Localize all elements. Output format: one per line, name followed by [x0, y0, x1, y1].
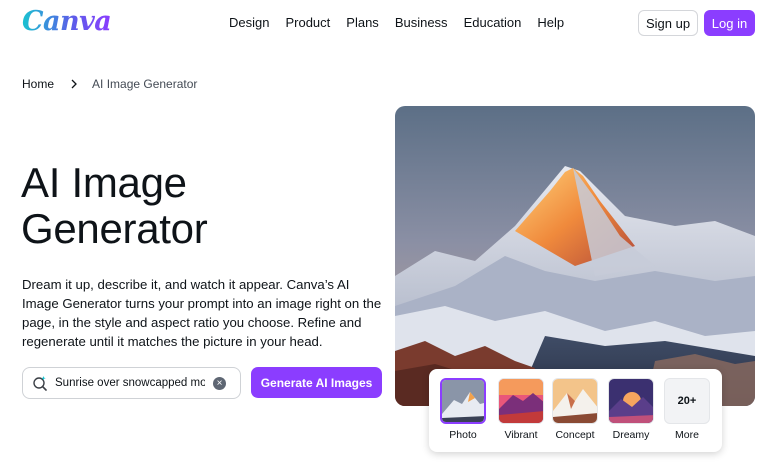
chevron-right-icon — [68, 78, 80, 90]
nav-help[interactable]: Help — [537, 15, 564, 30]
style-label-photo: Photo — [449, 429, 477, 441]
login-button[interactable]: Log in — [704, 10, 755, 36]
nav-design[interactable]: Design — [229, 15, 269, 30]
nav-plans[interactable]: Plans — [346, 15, 379, 30]
main-nav: Design Product Plans Business Education … — [229, 15, 580, 30]
breadcrumb: Home AI Image Generator — [22, 77, 197, 91]
style-more[interactable]: 20+ More — [663, 378, 711, 441]
signup-button[interactable]: Sign up — [638, 10, 698, 36]
hero-image — [395, 106, 755, 406]
style-label-vibrant: Vibrant — [504, 429, 538, 441]
clear-icon[interactable]: × — [213, 376, 226, 390]
style-picker: Photo Vibrant Concept Dreamy 20+ More — [429, 369, 722, 452]
breadcrumb-current: AI Image Generator — [92, 77, 198, 91]
style-label-concept: Concept — [555, 429, 595, 441]
title-line-1: AI Image — [21, 159, 187, 206]
magic-search-icon — [32, 375, 48, 391]
style-concept[interactable]: Concept — [551, 378, 599, 441]
style-thumb-photo — [440, 378, 486, 424]
page-title: AI Image Generator — [21, 160, 361, 252]
prompt-input[interactable] — [55, 377, 205, 389]
nav-product[interactable]: Product — [285, 15, 330, 30]
nav-business[interactable]: Business — [395, 15, 448, 30]
hero-description: Dream it up, describe it, and watch it a… — [22, 277, 382, 349]
nav-education[interactable]: Education — [464, 15, 522, 30]
canva-logo[interactable]: Canva — [22, 6, 112, 37]
style-vibrant[interactable]: Vibrant — [497, 378, 545, 441]
style-label-more: More — [675, 429, 699, 441]
prompt-field[interactable]: × — [22, 367, 241, 399]
style-label-dreamy: Dreamy — [612, 429, 650, 441]
breadcrumb-home[interactable]: Home — [22, 77, 54, 91]
style-dreamy[interactable]: Dreamy — [607, 378, 655, 441]
style-thumb-concept — [552, 378, 598, 424]
style-thumb-dreamy — [608, 378, 654, 424]
style-photo[interactable]: Photo — [439, 378, 487, 441]
more-styles-count: 20+ — [664, 378, 710, 424]
generate-images-button[interactable]: Generate AI Images — [251, 367, 382, 398]
title-line-2: Generator — [21, 205, 208, 252]
style-thumb-vibrant — [498, 378, 544, 424]
